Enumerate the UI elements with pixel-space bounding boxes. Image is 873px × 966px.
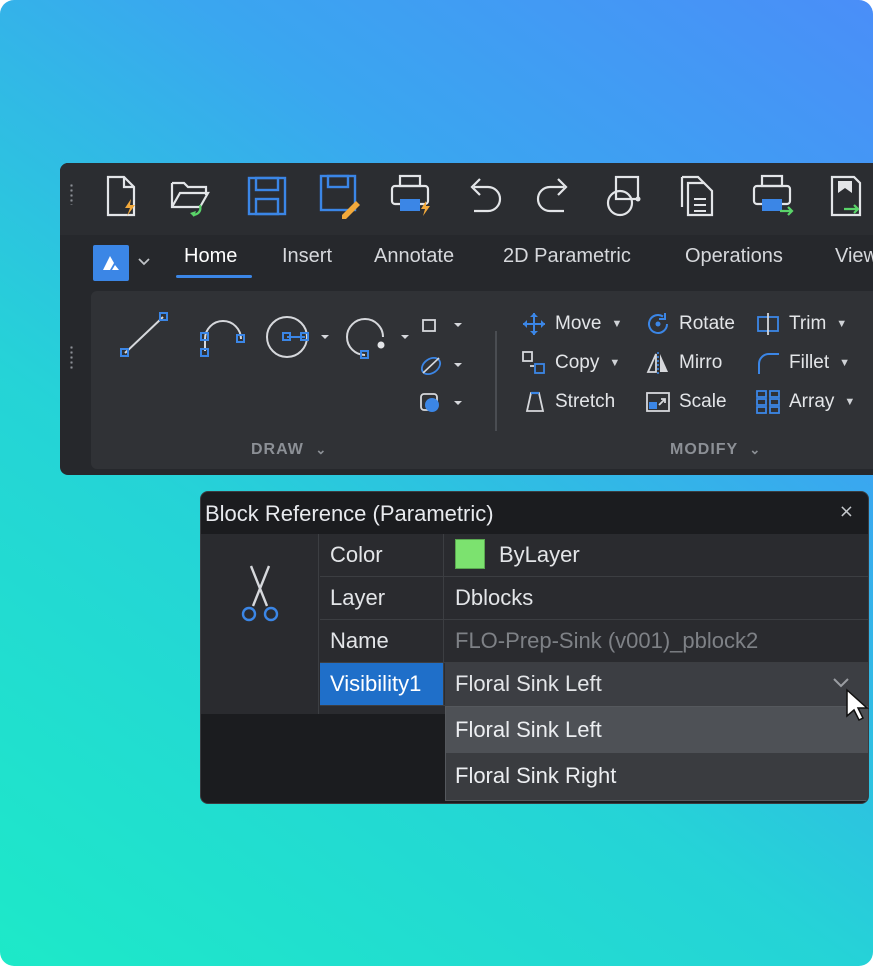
block-insert-icon[interactable]: [602, 171, 648, 221]
ribbon-tab-bar: Home Insert Annotate 2D Parametric Opera…: [60, 235, 873, 287]
stretch-label: Stretch: [555, 391, 616, 412]
property-row-name: Name FLO-Prep-Sink (v001)_pblock2: [320, 620, 868, 663]
new-file-lightning-icon[interactable]: [100, 171, 146, 221]
layer-key: Layer: [320, 577, 444, 619]
chevron-down-icon: ⌄: [315, 442, 328, 457]
modify-label-text: MODIFY: [670, 441, 738, 458]
curve-tool-icon[interactable]: [343, 311, 423, 361]
draw-label-text: DRAW: [251, 441, 304, 458]
app-logo-icon: [103, 256, 119, 270]
active-tab-indicator: [176, 275, 252, 278]
print-export-icon[interactable]: [750, 171, 796, 221]
export-icon[interactable]: [824, 171, 870, 221]
arc-tool-icon[interactable]: [195, 309, 251, 361]
group-divider: [495, 331, 497, 431]
array-button[interactable]: Array ▼: [755, 389, 855, 415]
fillet-icon: [758, 353, 779, 374]
draw-group-label[interactable]: DRAW ⌄: [251, 441, 327, 459]
stretch-icon: [525, 391, 545, 412]
tab-view[interactable]: View: [835, 245, 873, 268]
line-tool-icon[interactable]: [117, 309, 173, 361]
mirror-label: Mirro: [679, 352, 723, 373]
property-row-layer: Layer Dblocks: [320, 577, 868, 620]
chevron-down-icon[interactable]: [136, 253, 152, 269]
visibility-dropdown-list: Floral Sink Left Floral Sink Right: [445, 706, 868, 801]
panel-grip-icon[interactable]: [70, 345, 73, 369]
rotate-icon: [648, 313, 668, 334]
copy-label: Copy: [555, 352, 600, 373]
chevron-down-icon: ⌄: [749, 442, 762, 457]
circle-tool-icon[interactable]: [261, 311, 341, 361]
region-tool-icon[interactable]: [417, 391, 467, 417]
rotate-label: Rotate: [679, 313, 735, 334]
rotate-button[interactable]: Rotate: [645, 311, 735, 337]
stretch-button[interactable]: Stretch: [521, 389, 615, 415]
background: [0, 0, 873, 966]
move-button[interactable]: Move ▼: [521, 311, 622, 337]
fillet-button[interactable]: Fillet ▼: [755, 350, 850, 376]
save-icon[interactable]: [244, 171, 290, 221]
color-key: Color: [320, 534, 444, 576]
trim-button[interactable]: Trim ▼: [755, 311, 847, 337]
quick-print-icon[interactable]: [388, 171, 434, 221]
name-value: FLO-Prep-Sink (v001)_pblock2: [455, 628, 759, 653]
color-value[interactable]: ByLayer: [445, 534, 868, 576]
copy-button[interactable]: Copy ▼: [521, 350, 620, 376]
ribbon-window: Home Insert Annotate 2D Parametric Opera…: [60, 163, 873, 475]
scissors-icon: [241, 565, 279, 622]
copy-icon: [522, 351, 545, 374]
dropdown-option-floral-sink-left[interactable]: Floral Sink Left: [446, 707, 868, 753]
move-label: Move: [555, 313, 602, 334]
quick-access-toolbar: [60, 163, 873, 235]
name-key: Name: [320, 620, 444, 662]
visibility-value-text: Floral Sink Left: [455, 671, 602, 696]
close-icon[interactable]: ×: [839, 501, 854, 522]
array-label: Array: [789, 391, 835, 412]
tab-2d-parametric[interactable]: 2D Parametric: [503, 245, 631, 268]
visibility-key: Visibility1: [320, 663, 444, 705]
properties-grid: Color ByLayer Layer Dblocks Name FLO-Pre…: [201, 534, 868, 714]
color-swatch: [455, 539, 485, 570]
trim-label: Trim: [789, 313, 827, 334]
tab-annotate[interactable]: Annotate: [374, 245, 454, 268]
scale-icon: [646, 392, 670, 412]
array-icon: [756, 390, 780, 414]
mouse-cursor-icon: [846, 688, 869, 722]
dropdown-option-floral-sink-right[interactable]: Floral Sink Right: [446, 753, 868, 799]
chevron-down-icon[interactable]: ▼: [844, 396, 855, 408]
chevron-down-icon[interactable]: ▼: [839, 357, 850, 369]
mirror-icon: [646, 352, 668, 374]
tab-insert[interactable]: Insert: [282, 245, 332, 268]
toolbar-grip-icon[interactable]: [70, 183, 73, 205]
block-type-cell: [201, 534, 319, 714]
open-folder-icon[interactable]: [168, 171, 214, 221]
visibility-select[interactable]: Floral Sink Left: [445, 663, 868, 705]
polyline-tool-icon[interactable]: [417, 353, 467, 379]
tab-home[interactable]: Home: [184, 245, 237, 268]
layer-value[interactable]: Dblocks: [445, 577, 868, 619]
property-row-visibility[interactable]: Visibility1 Floral Sink Left: [320, 663, 868, 706]
modify-group-label[interactable]: MODIFY ⌄: [670, 441, 761, 459]
chevron-down-icon[interactable]: ▼: [611, 318, 622, 330]
tab-operations[interactable]: Operations: [685, 245, 783, 268]
copy-document-icon[interactable]: [674, 171, 720, 221]
fillet-label: Fillet: [789, 352, 830, 373]
scale-button[interactable]: Scale: [645, 389, 727, 415]
scale-label: Scale: [679, 391, 727, 412]
home-ribbon-panel: Move ▼ Copy ▼ Stretch Rotate Mirro Scale: [91, 291, 873, 469]
app-menu-button[interactable]: [93, 245, 129, 281]
color-value-text: ByLayer: [499, 542, 580, 567]
trim-icon: [757, 313, 779, 335]
properties-title: Block Reference (Parametric): [205, 501, 494, 526]
undo-icon[interactable]: [460, 171, 506, 221]
chevron-down-icon[interactable]: ▼: [836, 318, 847, 330]
move-icon: [523, 313, 545, 335]
redo-icon[interactable]: [532, 171, 578, 221]
save-as-icon[interactable]: [316, 171, 362, 221]
properties-panel: Block Reference (Parametric) × Color ByL…: [200, 491, 869, 804]
rectangle-tool-icon[interactable]: [417, 315, 467, 339]
chevron-down-icon[interactable]: ▼: [609, 357, 620, 369]
property-row-color: Color ByLayer: [320, 534, 868, 577]
mirror-button[interactable]: Mirro: [645, 350, 722, 376]
